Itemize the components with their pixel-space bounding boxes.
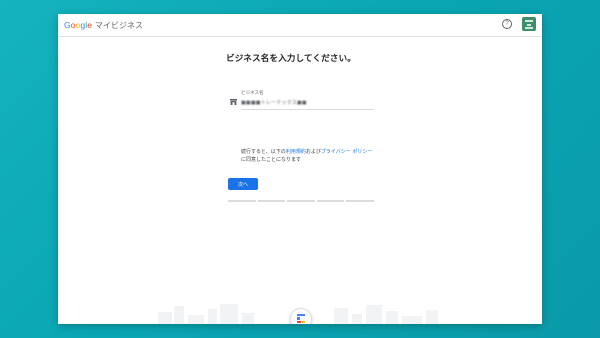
product-name: マイビジネス <box>95 20 144 30</box>
app-header: Google マイビジネス ? <box>58 14 542 37</box>
google-my-business-logo[interactable]: Google マイビジネス <box>64 20 143 31</box>
progress-step <box>316 200 345 202</box>
account-avatar[interactable] <box>522 17 536 31</box>
browser-window: Google マイビジネス ? ビジネス名を入力してください。 ビジネス名 ■■… <box>58 14 542 324</box>
input-underline <box>241 109 374 110</box>
store-icon <box>230 99 237 105</box>
progress-step <box>346 200 374 202</box>
business-name-input[interactable]: ■■■■トレーテックス■■ <box>241 99 307 106</box>
business-name-field[interactable]: ビジネス名 ■■■■トレーテックス■■ <box>228 90 374 110</box>
storefront-badge-icon <box>290 308 312 324</box>
step-progress <box>228 200 374 202</box>
help-icon[interactable]: ? <box>502 19 512 29</box>
progress-step <box>228 200 256 202</box>
business-name-label: ビジネス名 <box>241 91 264 96</box>
progress-step <box>287 200 315 202</box>
google-wordmark: Google <box>64 20 93 30</box>
privacy-policy-link[interactable]: プライバシー ポリシー <box>321 149 373 155</box>
progress-step <box>257 200 286 202</box>
terms-of-service-link[interactable]: 利用規約 <box>286 149 306 155</box>
page-title: ビジネス名を入力してください。 <box>226 54 356 64</box>
terms-notice: 続行すると、以下の利用規約およびプライバシー ポリシーに同意したことになります <box>241 149 373 163</box>
next-button[interactable]: 次へ <box>228 178 258 190</box>
business-name-form: ビジネス名を入力してください。 ビジネス名 ■■■■トレーテックス■■ 続行する… <box>226 52 388 202</box>
